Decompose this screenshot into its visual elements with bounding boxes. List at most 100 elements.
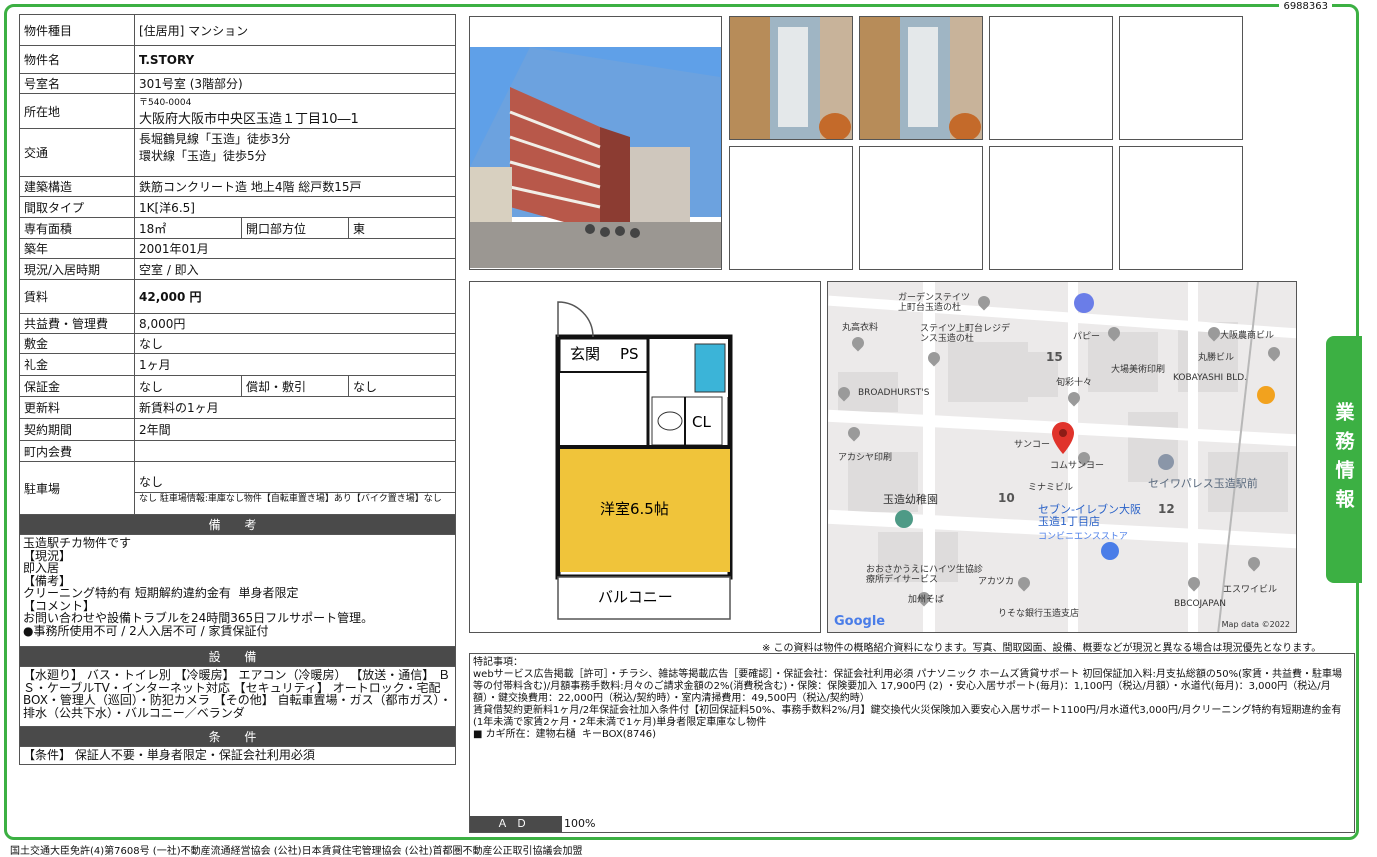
facing: 東 [348, 217, 456, 239]
map-label: サンコー [1014, 440, 1051, 450]
ad-label: ＡＤ [470, 816, 562, 832]
status: 空室 / 即入 [134, 258, 456, 280]
spec-label: 現況/入居時期 [19, 258, 135, 280]
map-label: アカツカ [978, 577, 1015, 587]
amortization: なし [348, 375, 456, 397]
photo-placeholder [1119, 16, 1243, 140]
entrance-photo [729, 16, 853, 141]
town-fee [134, 440, 456, 462]
map-label: BROADHURST'S [858, 388, 930, 398]
map-label: コムサンヨー [1050, 461, 1105, 471]
transit-line: 長堀鶴見線「玉造」徒歩3分 [139, 132, 291, 146]
spec-label: 開口部方位 [241, 217, 349, 239]
photo-placeholder [989, 16, 1113, 140]
notes-header: 備 考 [19, 514, 456, 535]
entrance-photo [859, 16, 983, 141]
property-type: [住居用] マンション [134, 14, 456, 46]
building-photo [469, 16, 722, 270]
ad-value: 100% [564, 817, 596, 830]
parking: なし [135, 471, 455, 493]
fp-ps: PS [620, 345, 639, 363]
photo-placeholder [1119, 146, 1243, 270]
transit-line: 環状線「玉造」徒歩5分 [139, 149, 267, 163]
property-id: 6988363 [1279, 1, 1332, 12]
fp-genkan: 玄関 [570, 345, 600, 363]
remarks-box: 特記事項： webサービス広告掲載［許可］・チラシ、雑誌等掲載広告［要確認］・保… [469, 653, 1355, 833]
parking-detail: なし 駐車場情報:車庫なし物件【自転車置き場】あり【バイク置き場】なし [139, 493, 442, 504]
conditions-text: 【条件】 保証人不要・単身者限定・保証会社利用必須 [19, 746, 456, 765]
map-label: 旬彩十々 [1056, 378, 1093, 388]
map-label: コンビニエンスストア [1038, 532, 1128, 542]
spec-label: 築年 [19, 238, 135, 259]
map-label: ミナミビル [1028, 483, 1074, 493]
map-label: 丸高衣料 [842, 323, 879, 333]
postal-code: 〒540-0004 [139, 98, 192, 108]
spec-label: 賃料 [19, 279, 135, 314]
map-label: アカシヤ印刷 [838, 453, 893, 463]
spec-label: 契約期間 [19, 418, 135, 441]
map-label: 12 [1158, 502, 1175, 516]
map-label: ステイツ上町台レジデンス玉造の杜 [920, 324, 1011, 344]
map-label: りそな銀行玉造支店 [998, 609, 1080, 619]
notes-text: 玉造駅チカ物件です 【現況】 即入居 【備考】 クリーニング特約有 短期解約違約… [19, 534, 456, 647]
fp-balcony: バルコニー [598, 588, 673, 606]
map: ガーデンステイツ上町台玉造の杜 丸高衣料 ステイツ上町台レジデンス玉造の杜 パピ… [827, 281, 1297, 633]
built-year: 2001年01月 [134, 238, 456, 259]
map-label: 加州そば [908, 595, 945, 605]
spec-label: 礼金 [19, 353, 135, 376]
map-label: 丸勝ビル [1198, 353, 1235, 363]
map-label: 15 [1046, 350, 1063, 364]
google-logo: Google [834, 614, 886, 629]
floor-plan: 玄関 PS CL 洋室6.5帖 バルコニー [469, 281, 821, 633]
spec-label: 駐車場 [19, 461, 135, 515]
equipment-text: 【水廻り】 バス・トイレ別 【冷暖房】 エアコン（冷暖房） 【放送・通信】 ＢＳ… [19, 666, 456, 727]
spec-label: 物件種目 [19, 14, 135, 46]
layout-type: 1K[洋6.5] [134, 196, 456, 218]
fp-cl: CL [692, 413, 711, 431]
map-label: 大阪農商ビル [1220, 331, 1275, 341]
equipment-header: 設 備 [19, 646, 456, 667]
spec-label: 間取タイプ [19, 196, 135, 218]
spec-label: 所在地 [19, 93, 135, 129]
remarks-text: 特記事項： webサービス広告掲載［許可］・チラシ、雑誌等掲載広告［要確認］・保… [473, 657, 1343, 740]
renewal-fee: 新賃料の1ヶ月 [134, 396, 456, 419]
spec-label: 物件名 [19, 45, 135, 74]
business-info-tab[interactable]: 業務情報 [1326, 336, 1362, 583]
map-label: 10 [998, 491, 1015, 505]
spec-label: 更新料 [19, 396, 135, 419]
spec-table: 物件種目 [住居用] マンション 物件名 T.STORY 号室名 301号室 (3階部… [19, 14, 456, 765]
map-label: BBCOJAPAN [1174, 599, 1226, 609]
map-label: セイワパレス玉造駅前 [1148, 477, 1258, 490]
spec-label: 号室名 [19, 73, 135, 94]
photo-placeholder [859, 146, 983, 270]
map-label: パピー [1073, 332, 1101, 342]
guarantee: なし [134, 375, 242, 397]
spec-label: 建築構造 [19, 176, 135, 197]
spec-label: 敷金 [19, 333, 135, 354]
map-credit: Map data ©2022 [1221, 620, 1290, 629]
disclaimer: ※ この資料は物件の概略紹介資料になります。写真、間取図面、設備、概要などが現況… [762, 643, 1322, 654]
map-label: 大場美術印刷 [1111, 365, 1166, 375]
map-label: エスワイビル [1223, 585, 1278, 595]
map-label: ガーデンステイツ上町台玉造の杜 [898, 293, 970, 313]
management-fee: 8,000円 [134, 313, 456, 334]
footer-license: 国土交通大臣免許(4)第7608号 (一社)不動産流通経営協会 (公社)日本賃貸… [10, 846, 583, 857]
spec-label: 償却・敷引 [241, 375, 349, 397]
contract-period: 2年間 [134, 418, 456, 441]
rent: 42,000 円 [134, 279, 456, 314]
structure: 鉄筋コンクリート造 地上4階 総戸数15戸 [134, 176, 456, 197]
fp-room: 洋室6.5帖 [600, 500, 669, 518]
map-label: KOBAYASHI BLD. [1173, 373, 1248, 383]
spec-label: 交通 [19, 128, 135, 177]
property-name: T.STORY [134, 45, 456, 74]
spec-label: 共益費・管理費 [19, 313, 135, 334]
deposit: なし [134, 333, 456, 354]
photo-placeholder [729, 146, 853, 270]
map-label: セブン-イレブン大阪玉造1丁目店 [1038, 503, 1141, 528]
spec-label: 町内会費 [19, 440, 135, 462]
map-label: おおさかうえにハイツ生協診療所デイサービス [866, 565, 983, 585]
key-money: 1ヶ月 [134, 353, 456, 376]
photo-placeholder [989, 146, 1113, 270]
address: 大阪府大阪市中央区玉造１丁目10―1 [139, 112, 359, 127]
spec-label: 保証金 [19, 375, 135, 397]
